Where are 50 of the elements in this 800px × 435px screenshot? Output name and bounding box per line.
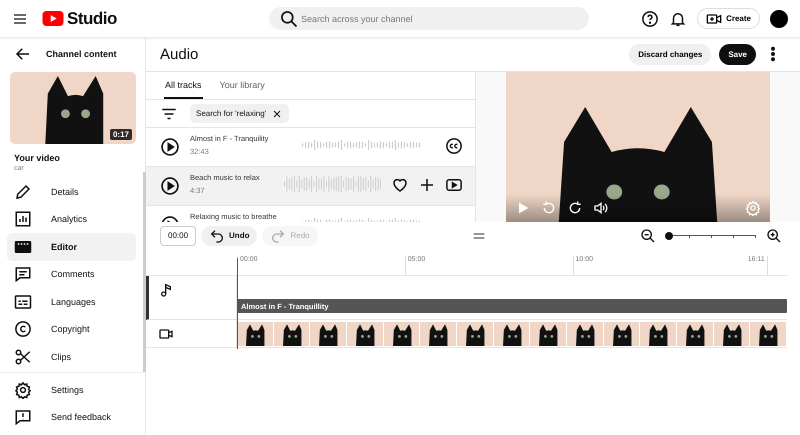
settings-icon[interactable] xyxy=(745,200,761,216)
undo-button[interactable]: Undo xyxy=(201,226,258,246)
page-title: Audio xyxy=(160,46,198,62)
filter-chip[interactable]: Search for 'relaxing' xyxy=(190,104,290,123)
zoom-out-icon[interactable] xyxy=(640,228,656,244)
create-button[interactable]: Create xyxy=(697,8,760,29)
help-icon[interactable] xyxy=(641,10,660,28)
undo-icon xyxy=(209,228,226,244)
logo-text: Studio xyxy=(67,8,117,28)
video-play-icon[interactable] xyxy=(445,176,463,194)
nav-item[interactable]: Editor xyxy=(7,233,136,260)
time-field[interactable]: 00:00 xyxy=(160,226,196,246)
search-icon xyxy=(279,9,299,29)
zoom-in-icon[interactable] xyxy=(766,228,782,244)
duration-badge: 0:17 xyxy=(110,129,132,140)
tab[interactable]: Your library xyxy=(218,72,266,99)
redo-icon xyxy=(270,228,286,244)
video-title: Your video xyxy=(14,153,61,163)
back-link[interactable]: Channel content xyxy=(46,49,117,59)
feedback-icon xyxy=(14,408,32,426)
slider-thumb[interactable] xyxy=(665,232,673,240)
play-logo-icon xyxy=(42,11,64,26)
heart-icon[interactable] xyxy=(391,176,409,194)
copyright-icon xyxy=(14,320,32,338)
nav-item[interactable]: Settings xyxy=(7,376,138,404)
scissors-icon xyxy=(14,348,32,366)
nav-item[interactable]: Analytics xyxy=(7,206,136,233)
tab[interactable]: All tracks xyxy=(164,72,203,99)
subtitles-icon xyxy=(14,292,32,311)
volume-icon[interactable] xyxy=(593,200,609,216)
nav-item[interactable]: Languages xyxy=(7,288,136,316)
nav-item[interactable]: Send feedback xyxy=(7,404,138,431)
nav-item[interactable]: Comments xyxy=(7,260,136,288)
rewind-icon[interactable] xyxy=(541,200,557,216)
nav-item[interactable]: Copyright xyxy=(7,316,136,343)
avatar[interactable] xyxy=(770,10,788,28)
settings-icon xyxy=(14,380,32,399)
discard-button[interactable]: Discard changes xyxy=(629,44,712,64)
filter-chip-label: Search for 'relaxing' xyxy=(196,109,266,118)
analytics-icon xyxy=(14,210,32,228)
save-button[interactable]: Save xyxy=(719,44,756,64)
pencil-icon xyxy=(14,182,32,201)
nav-item[interactable]: Clips xyxy=(7,343,136,370)
forward-icon[interactable] xyxy=(567,200,583,216)
comment-icon xyxy=(14,265,32,284)
search-field[interactable]: Search across your channel xyxy=(269,7,589,30)
video-thumbnail[interactable]: 0:17 xyxy=(10,72,136,144)
plus-icon[interactable] xyxy=(418,176,436,194)
nav-item[interactable]: Details xyxy=(7,178,136,206)
close-icon[interactable] xyxy=(271,108,284,120)
